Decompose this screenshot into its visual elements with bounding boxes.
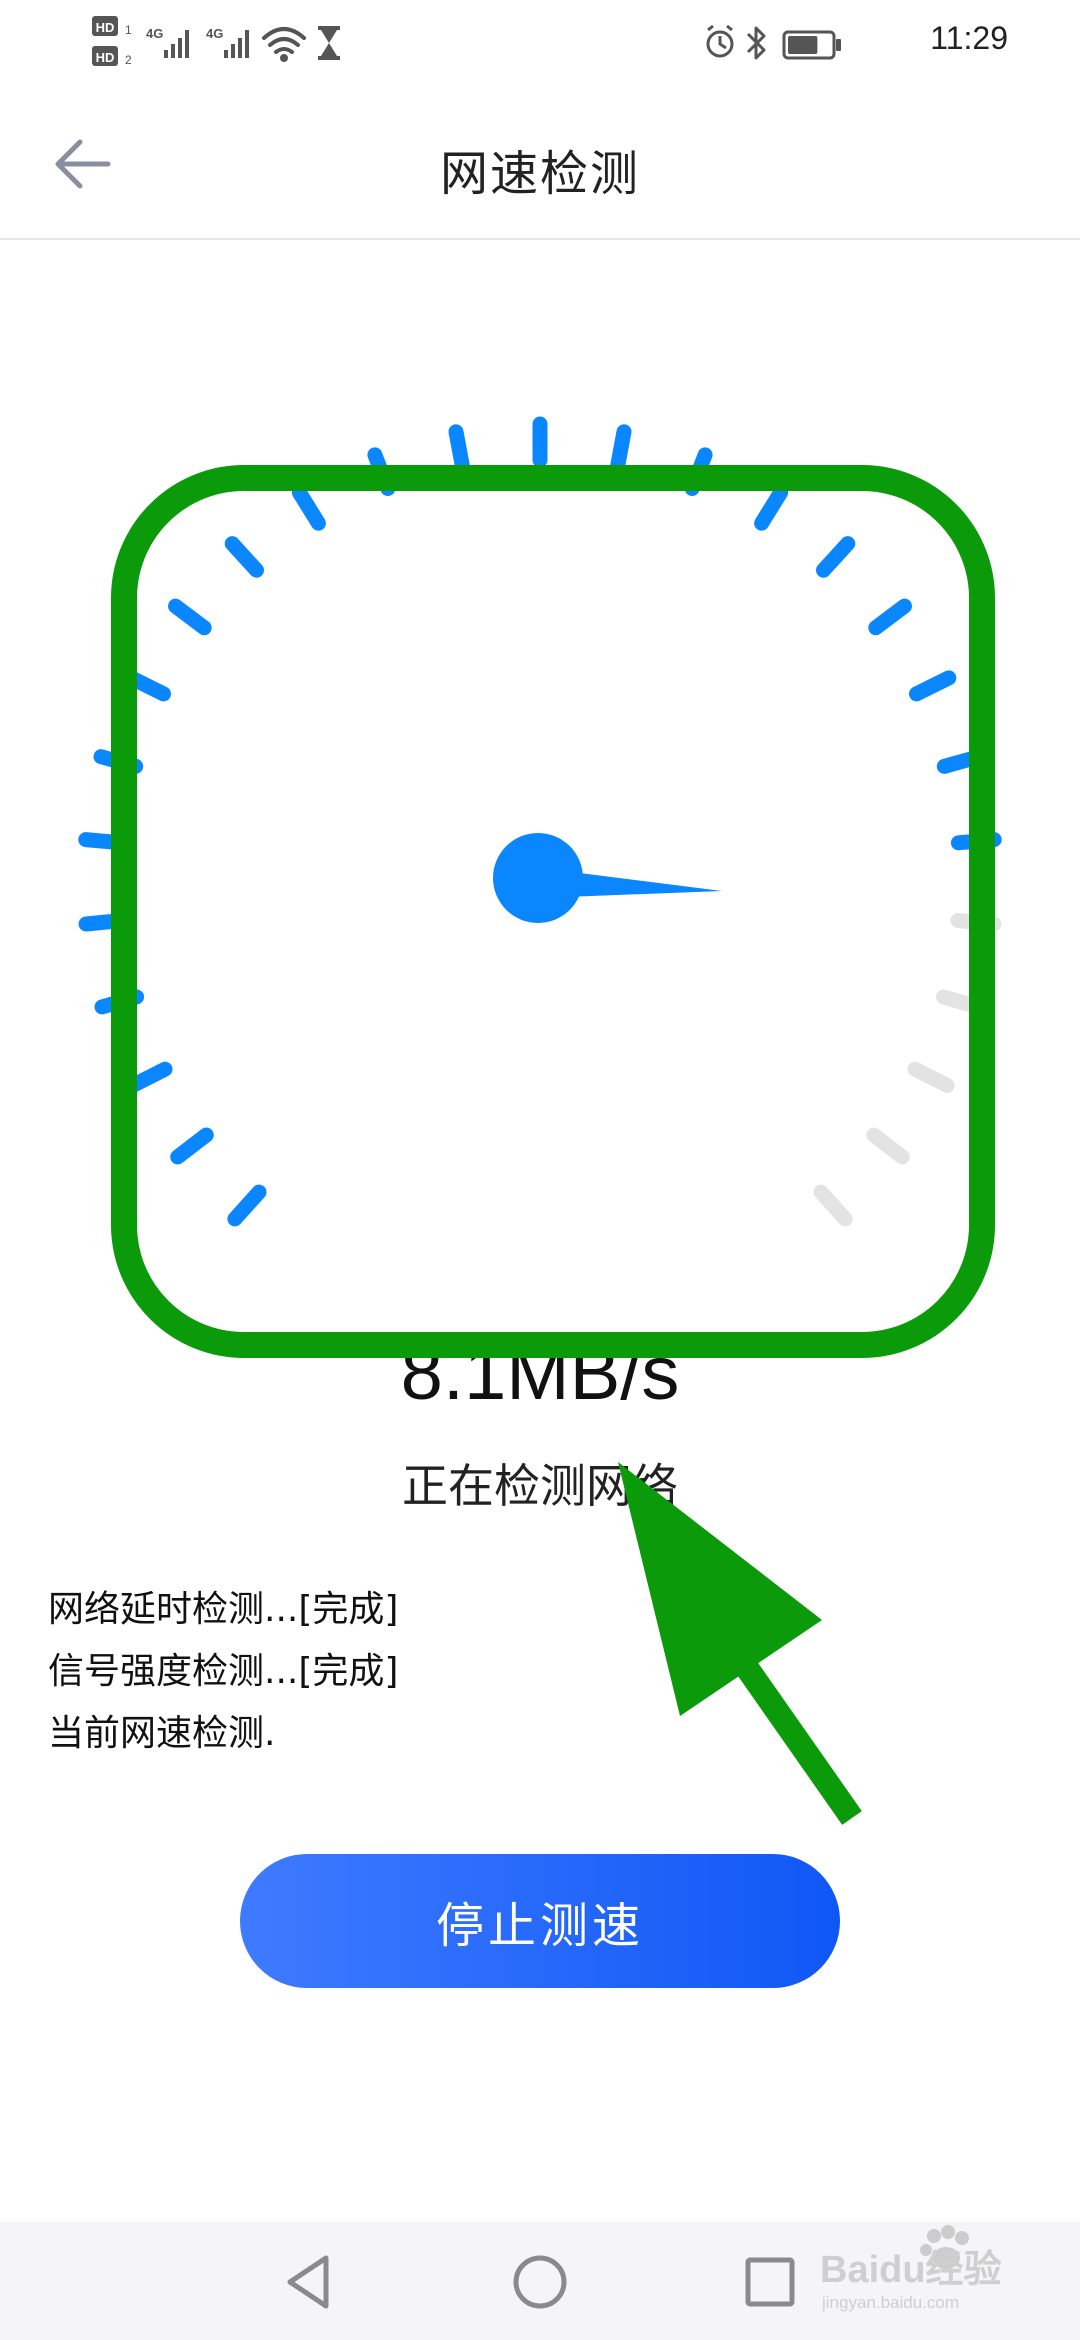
gauge-tick bbox=[609, 424, 632, 475]
back-triangle-icon[interactable] bbox=[272, 2246, 344, 2318]
svg-text:4G: 4G bbox=[206, 26, 223, 41]
gauge-tick bbox=[448, 424, 471, 475]
status-bar: HD 1 HD 2 4G 4G 11:29 bbox=[0, 0, 1080, 84]
gauge-tick bbox=[866, 1127, 910, 1165]
gauge-tick bbox=[291, 485, 326, 531]
hd-sim1-icon: HD 1 bbox=[92, 16, 132, 37]
page-title: 网速检测 bbox=[439, 146, 640, 202]
baidu-watermark: Baidu经验 jingyan.baidu.com bbox=[820, 2225, 1002, 2312]
svg-text:HD: HD bbox=[96, 20, 115, 35]
gauge-hub bbox=[493, 833, 583, 923]
speed-gauge bbox=[0, 240, 1080, 1340]
gauge-tick bbox=[227, 1184, 267, 1227]
status-time: 11:29 bbox=[930, 20, 1008, 56]
svg-text:2: 2 bbox=[125, 53, 132, 67]
gauge-tick bbox=[935, 989, 986, 1015]
speed-value: 8.1MB/s bbox=[400, 1331, 680, 1416]
battery-icon bbox=[782, 30, 841, 60]
gauge-ticks bbox=[78, 416, 1002, 1227]
gauge-tick bbox=[123, 670, 171, 702]
bluetooth-icon bbox=[746, 26, 766, 60]
gauge-tick bbox=[224, 536, 264, 578]
gauge-tick bbox=[909, 670, 957, 702]
gauge-tick bbox=[94, 989, 145, 1015]
system-nav-bar: Baidu经验 jingyan.baidu.com bbox=[0, 2222, 1080, 2340]
gauge-tick bbox=[170, 1127, 214, 1165]
gauge-tick bbox=[868, 598, 912, 636]
gauge-needle bbox=[493, 833, 722, 923]
gauge-dial bbox=[78, 416, 1002, 1227]
gauge-tick bbox=[936, 749, 987, 774]
gauge-tick bbox=[125, 1061, 173, 1093]
alarm-icon bbox=[706, 24, 734, 58]
status-icons-right bbox=[706, 24, 841, 60]
gauge-tick bbox=[950, 913, 1002, 932]
log-item: 信号强度检测...[完成] bbox=[48, 1651, 399, 1692]
gauge-tick bbox=[816, 536, 856, 578]
svg-text:HD: HD bbox=[96, 50, 115, 65]
gauge-tick bbox=[813, 1184, 853, 1227]
gauge-tick bbox=[754, 485, 789, 531]
gauge-tick bbox=[78, 832, 130, 851]
gauge-tick bbox=[950, 832, 1002, 851]
gauge-tick bbox=[168, 598, 212, 636]
gauge-tick bbox=[93, 749, 144, 774]
speed-status: 正在检测网络 bbox=[402, 1459, 678, 1513]
gauge-tick bbox=[367, 447, 396, 496]
gauge-tick bbox=[78, 913, 130, 932]
check-log: 网络延时检测...[完成] 信号强度检测...[完成] 当前网速检测. bbox=[48, 1580, 398, 1766]
app-bar: 网速检测 bbox=[0, 84, 1080, 240]
signal-4g-icon: 4G bbox=[146, 26, 189, 58]
svg-text:4G: 4G bbox=[146, 26, 163, 41]
signal-4g-icon: 4G bbox=[206, 26, 249, 58]
log-item: 当前网速检测. bbox=[48, 1713, 276, 1754]
gauge-tick bbox=[907, 1061, 955, 1093]
wifi-icon bbox=[262, 27, 306, 62]
watermark-text: Baidu经验 bbox=[820, 2249, 1002, 2291]
log-item: 网络延时检测...[完成] bbox=[48, 1589, 399, 1630]
hourglass-icon bbox=[318, 26, 340, 60]
watermark-subtext: jingyan.baidu.com bbox=[821, 2293, 959, 2312]
home-circle-icon[interactable] bbox=[504, 2246, 576, 2318]
svg-text:1: 1 bbox=[125, 23, 132, 37]
stop-test-button[interactable]: 停止测速 bbox=[240, 1854, 840, 1988]
status-icons-left: HD 1 HD 2 4G 4G bbox=[92, 16, 340, 67]
hd-sim2-icon: HD 2 bbox=[92, 46, 132, 67]
recents-square-icon[interactable] bbox=[734, 2246, 806, 2318]
gauge-tick bbox=[684, 447, 713, 496]
